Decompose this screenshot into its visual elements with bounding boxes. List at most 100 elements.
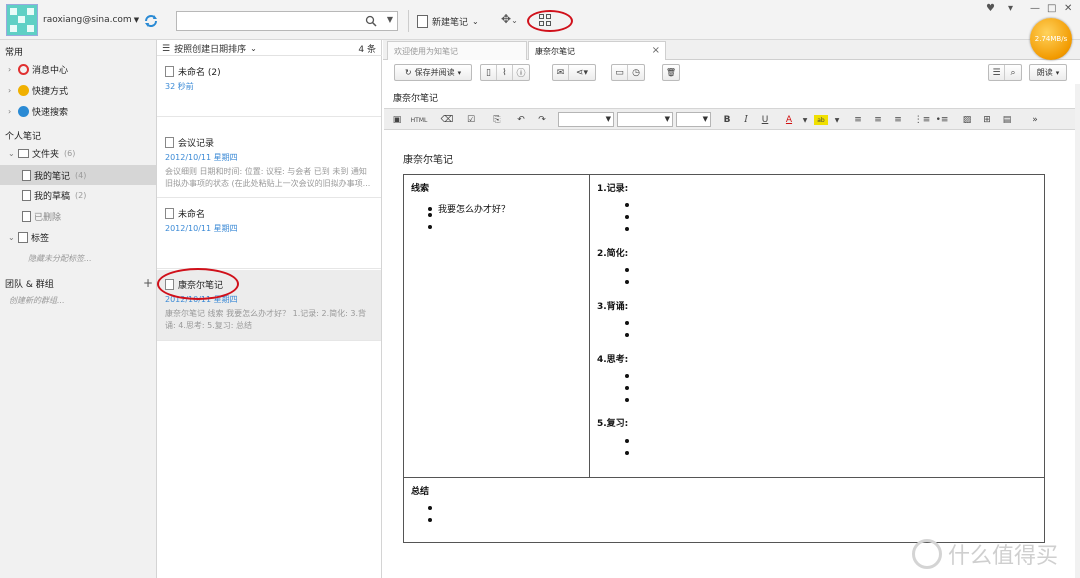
sort-dropdown[interactable]: ☰ 按照创建日期排序 ⌄ [162,42,257,56]
sidebar-item-count: (4) [75,170,87,180]
bookmark-icon[interactable]: ▯ [481,65,497,80]
tag-icon [18,231,28,243]
tab-bar: 欢迎使用为知笔记 康奈尔笔记 × [383,40,1080,60]
tags-hint[interactable]: 隐藏未分配标签... [28,253,92,264]
outline-icon[interactable]: ☰ [989,65,1005,80]
section-heading: 3.背诵: [597,302,629,312]
avatar[interactable] [6,4,38,36]
save-read-button[interactable]: ↻ 保存并阅读 ▾ [394,64,472,81]
note-date: 2012/10/11 星期四 [165,153,238,162]
sidebar-item-quick-search[interactable]: › 快速搜索 [8,102,68,120]
sidebar-item-my-notes[interactable]: 我的笔记 (4) [22,166,86,184]
clock-icon[interactable]: ◷ [628,65,644,80]
watermark-text: 什么值得买 [948,544,1059,569]
table-icon[interactable]: ▤ [1000,113,1014,127]
zoom-icon[interactable]: ⌕ [1005,65,1021,80]
highlight-icon[interactable]: ab [814,115,828,125]
list-item[interactable]: 会议记录 2012/10/11 星期四 会议细则 日期和时间: 位置: 议程: … [157,128,381,198]
align-left-icon[interactable]: ≡ [851,113,865,127]
attach-icon[interactable]: ⌇ [497,65,513,80]
comment-icon[interactable]: ▭ [612,65,628,80]
underline-icon[interactable]: U [758,113,772,127]
chevron-right-icon: › [8,64,12,74]
list-item[interactable]: 未命名 2012/10/11 星期四 [157,199,381,269]
image-icon[interactable]: ▨ [960,113,974,127]
create-group-link[interactable]: 创建新的群组... [9,295,65,306]
search-dropdown-icon[interactable]: ▼ [387,15,393,24]
eraser-icon[interactable]: ⌫ [440,113,454,127]
note-date: 2012/10/11 星期四 [165,224,238,233]
ordered-list-icon[interactable]: ⋮≡ [914,113,931,127]
share-icon[interactable]: ⋖▾ [569,65,595,80]
font-color-icon[interactable]: A [782,113,796,127]
info-icon[interactable]: ⓘ [513,65,529,80]
read-aloud-button[interactable]: 朗读 ▾ [1029,64,1067,81]
sidebar-item-shortcuts[interactable]: › 快捷方式 [8,81,68,99]
cue-cell[interactable]: 线索 我要怎么办才好？ [404,175,590,477]
search-icon[interactable] [365,15,377,27]
font-size-select[interactable]: ▼ [676,112,711,127]
account-menu[interactable]: raoxiang@sina.com ▼ [43,15,139,25]
close-icon[interactable]: ✕ [1064,3,1072,14]
cornell-table[interactable]: 线索 我要怎么办才好？ 1.记录: 2.简化: 3.背诵: 4.思考: 5.复习… [403,174,1045,543]
bullet-item [625,321,629,325]
align-center-icon[interactable]: ≡ [871,113,885,127]
tab-welcome[interactable]: 欢迎使用为知笔记 [387,41,527,60]
skin-icon[interactable]: ♥ [986,3,995,14]
sidebar-item-folders[interactable]: ⌄ 文件夹 (6) [8,144,75,162]
add-group-icon[interactable]: + [143,276,153,290]
tab-cornell-note[interactable]: 康奈尔笔记 × [528,41,666,60]
scrollbar[interactable] [1075,84,1080,578]
notes-cell[interactable]: 1.记录: 2.简化: 3.背诵: 4.思考: 5.复习: [590,175,1045,477]
mail-icon[interactable]: ✉ [553,65,569,80]
close-icon[interactable]: × [652,45,660,56]
document-title[interactable]: 康奈尔笔记 [403,151,453,166]
sidebar-item-label: 已删除 [34,212,62,223]
maximize-icon[interactable]: □ [1047,3,1056,14]
summary-cell[interactable]: 总结 [404,477,1044,542]
draft-icon [22,189,31,201]
sidebar-item-label: 文件夹 [32,149,60,160]
folder-icon [18,148,29,158]
paste-icon[interactable]: ⎘ [490,113,504,127]
bullet-list-icon[interactable]: •≡ [935,113,949,127]
cue-question: 我要怎么办才好？ [438,205,511,215]
menu-icon[interactable]: ▾ [1008,3,1013,14]
note-preview: 会议细则 日期和时间: 位置: 议程: 与会者 已到 未到 通知 旧拟办事项的状… [165,167,371,188]
search-box[interactable]: ▼ [176,11,398,31]
font-family-select[interactable]: ▼ [558,112,614,127]
more-icon[interactable]: » [1028,113,1042,127]
paragraph-select[interactable]: ▼ [617,112,673,127]
trash-icon: 🗑 [665,68,677,77]
save-icon[interactable]: ▣ [390,113,404,127]
redo-icon[interactable]: ↷ [535,113,549,127]
sidebar-item-label: 我的笔记 [34,171,71,182]
chevron-down-icon: ⌄ [472,16,479,26]
italic-icon[interactable]: I [739,113,753,127]
chevron-down-icon[interactable]: ▼ [798,113,812,127]
move-icon[interactable]: ✥⌄ [501,12,518,26]
delete-button[interactable]: 🗑 [662,64,680,81]
network-speed-badge: 2.74MB/s [1030,18,1072,60]
align-right-icon[interactable]: ≡ [891,113,905,127]
sidebar-item-deleted[interactable]: 已删除 [22,207,61,225]
note-list-header: ☰ 按照创建日期排序 ⌄ 4 条 [157,40,382,56]
sync-icon[interactable] [143,13,159,29]
sort-label: 按照创建日期排序 [174,45,247,55]
minimize-icon[interactable]: — [1030,3,1040,14]
sidebar-item-drafts[interactable]: 我的草稿 (2) [22,186,86,204]
sidebar-section-team: 团队 & 群组 [5,280,54,290]
chevron-down-icon[interactable]: ▼ [830,113,844,127]
bold-icon[interactable]: B [720,113,734,127]
new-note-button[interactable]: 新建笔记 ⌄ [417,12,479,30]
note-title-field[interactable]: 康奈尔笔记 [393,91,438,104]
undo-icon[interactable]: ↶ [514,113,528,127]
bullet-item [428,213,432,217]
sidebar-item-tags[interactable]: ⌄ 标签 [8,228,49,246]
search-input[interactable] [181,12,361,30]
insert-icon[interactable]: ⊞ [980,113,994,127]
html-icon[interactable]: HTML [411,113,428,127]
checkbox-icon[interactable]: ☑ [464,113,478,127]
list-item[interactable]: 未命名 (2) 32 秒前 [157,57,381,117]
sidebar-item-messages[interactable]: › 消息中心 [8,60,68,78]
